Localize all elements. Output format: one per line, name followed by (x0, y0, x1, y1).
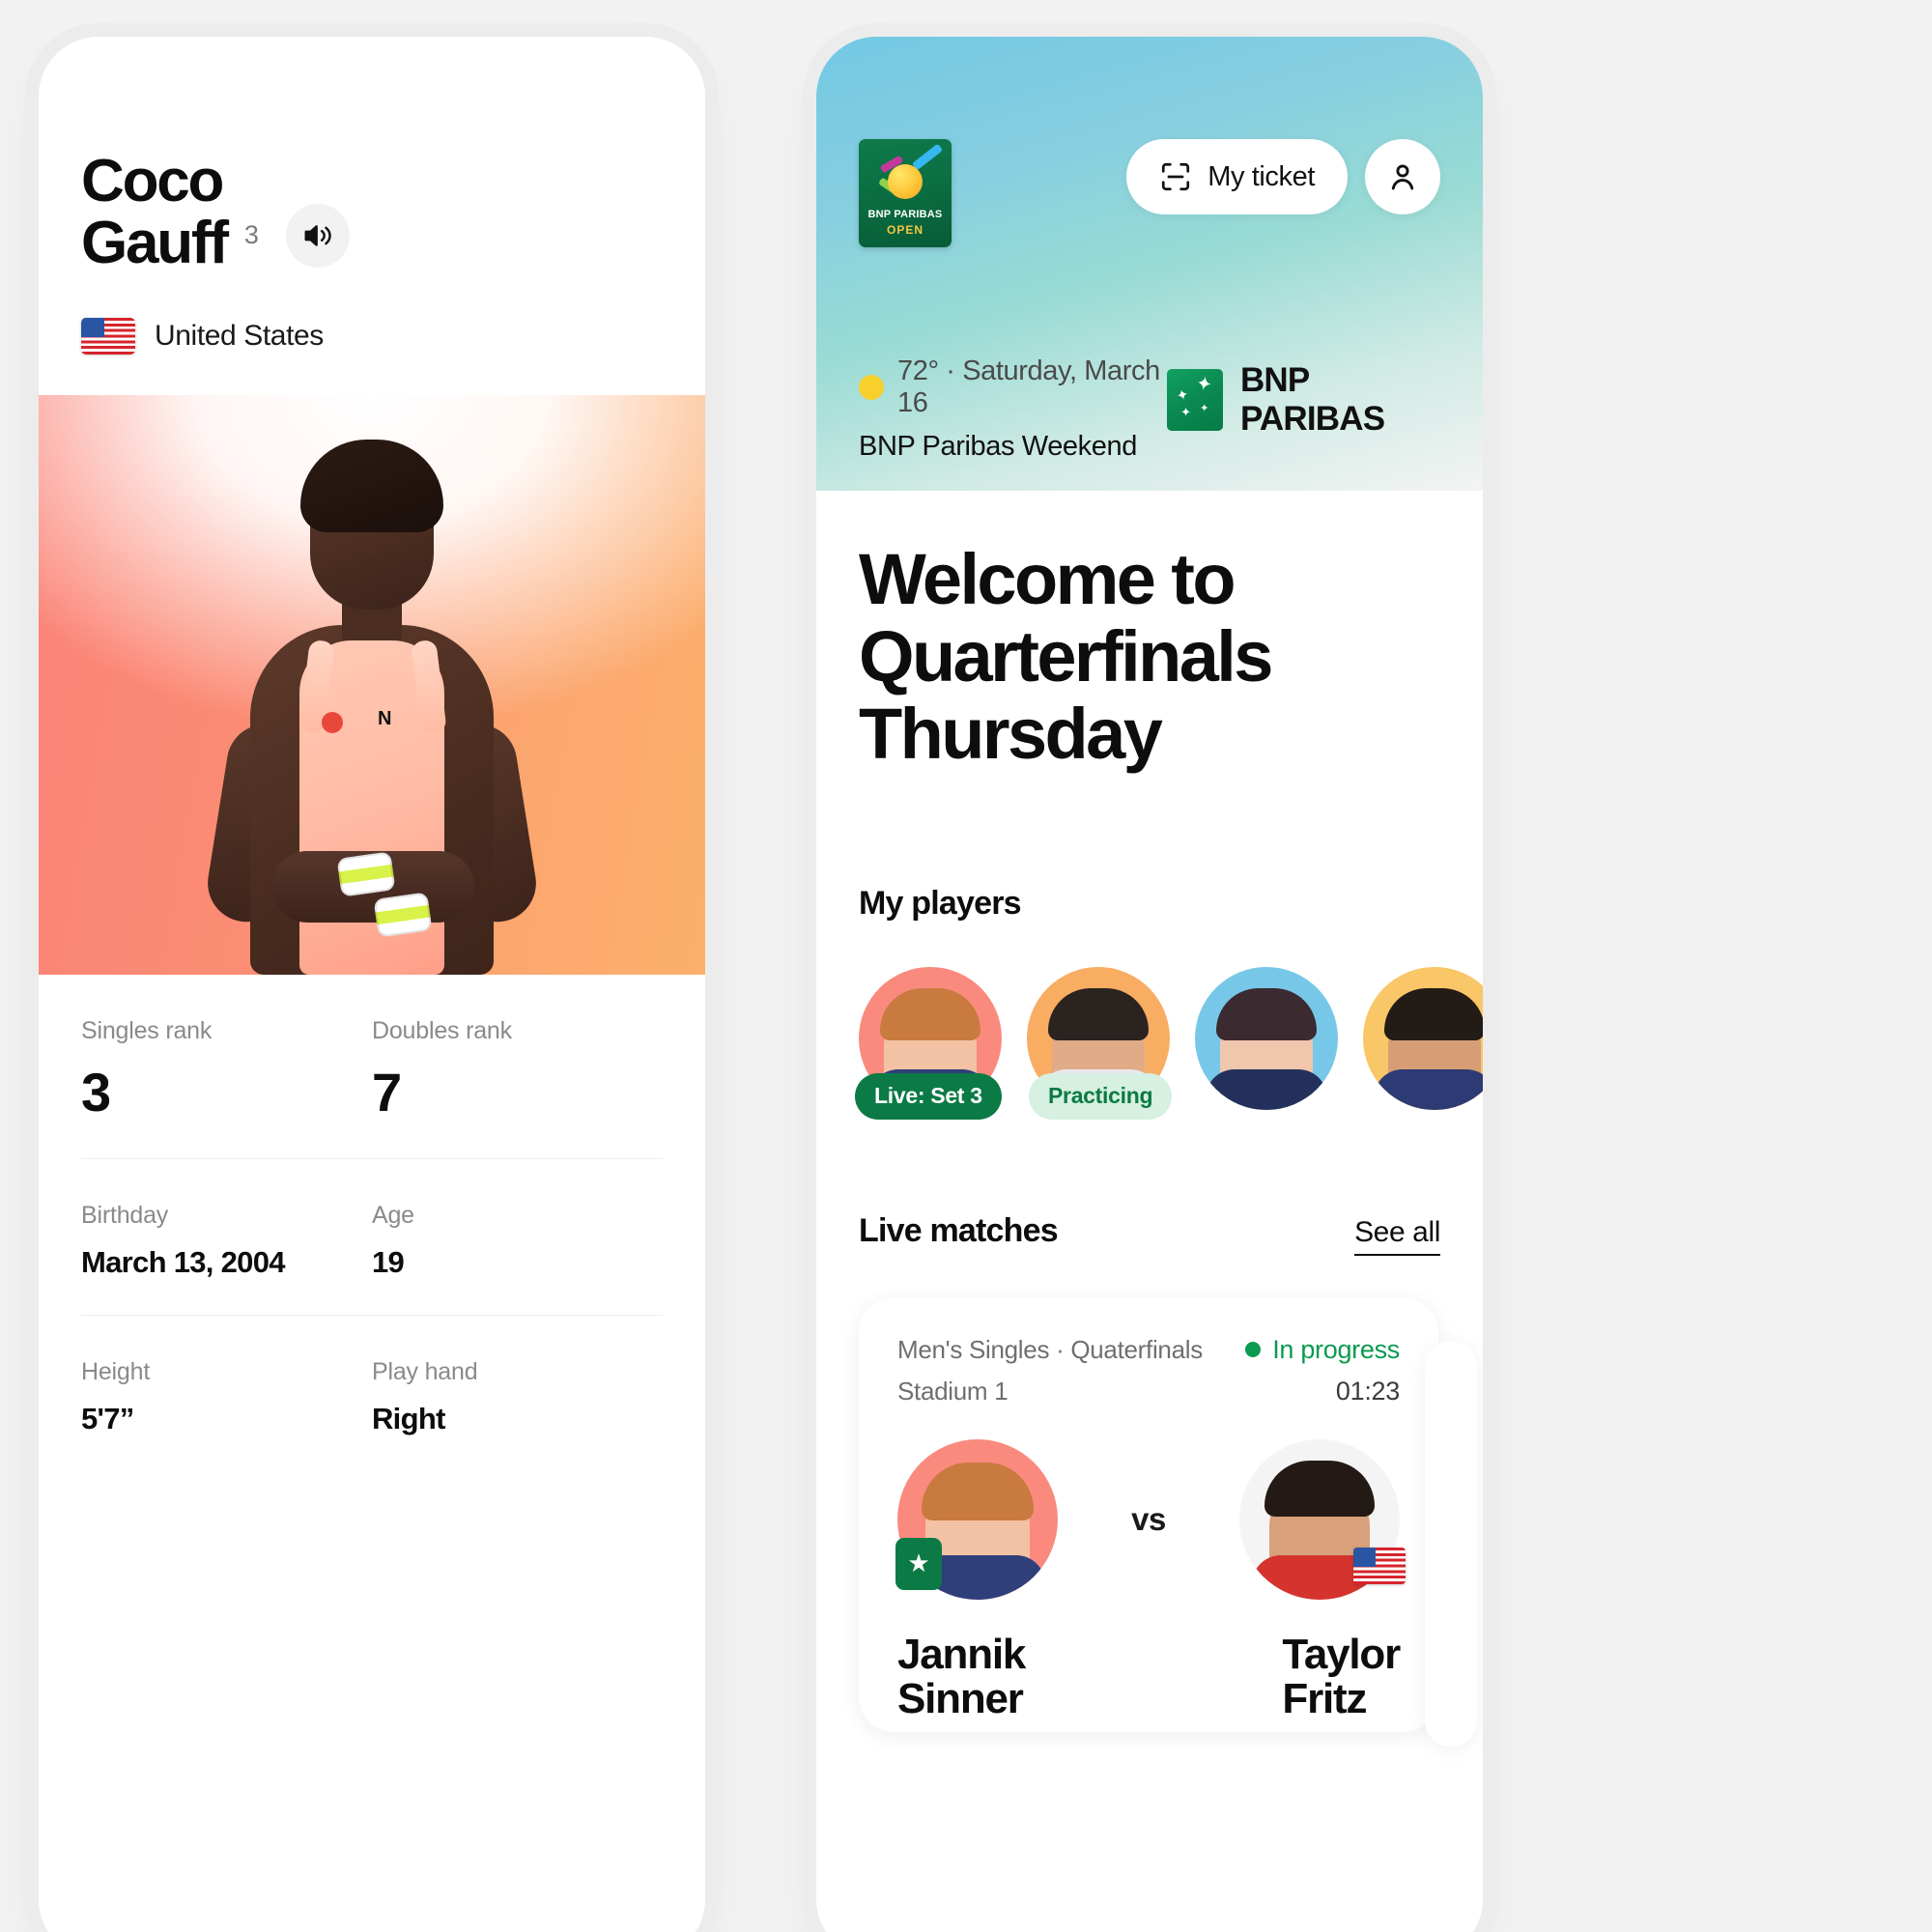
player-status-badge: Live: Set 3 (855, 1072, 1002, 1120)
live-match-card[interactable]: Men's Singles · Quaterfinals Stadium 1 I… (859, 1297, 1477, 1747)
bnp-paribas-star-logo: ✦ ✦ ✦ ✦ (1167, 369, 1223, 431)
player-profile-phone: Coco Gauff 3 United States N Singles ran… (39, 37, 705, 1932)
us-flag-icon (1353, 1547, 1406, 1584)
stat-value: Right (372, 1401, 445, 1435)
match-meta-left: Men's Singles · Quaterfinals Stadium 1 (897, 1335, 1203, 1406)
user-icon (1385, 159, 1420, 194)
stat-label: Birthday (81, 1201, 169, 1229)
weather-text: 72° · Saturday, March 16 BNP Paribas Wee… (859, 355, 1167, 463)
match-venue: Stadium 1 (897, 1376, 1009, 1406)
player-photo-illustration: N (198, 434, 546, 975)
stat-singles-rank: Singles rank 3 (81, 1017, 372, 1123)
profile-button[interactable] (1365, 139, 1440, 214)
event-home-screen: BNP PARIBAS OPEN My ticket 72° · Saturda… (816, 37, 1483, 1932)
logo-line1: BNP PARIBAS (867, 209, 943, 220)
player-hero-image: N (39, 394, 705, 975)
stat-birthday: Birthday March 13, 2004 (81, 1202, 372, 1280)
player-status-badge: Practicing (1029, 1072, 1173, 1120)
my-ticket-button[interactable]: My ticket (1126, 139, 1348, 214)
live-matches-header: Live matches See all (859, 1212, 1440, 1256)
player-name-row: Coco Gauff 3 (81, 148, 663, 277)
name-pronunciation-button[interactable] (285, 203, 350, 268)
player-name: Coco Gauff (81, 148, 229, 277)
stat-value: 19 (372, 1244, 405, 1279)
event-home-phone: BNP PARIBAS OPEN My ticket 72° · Saturda… (816, 37, 1483, 1932)
match-player-right[interactable] (1239, 1438, 1406, 1600)
match-clock: 01:23 (1335, 1376, 1400, 1406)
player-profile-screen: Coco Gauff 3 United States N Singles ran… (39, 37, 705, 1932)
sun-icon (859, 375, 884, 400)
player-name-line2: Gauff (81, 210, 229, 277)
match-meta: Men's Singles · Quaterfinals Stadium 1 I… (897, 1335, 1400, 1406)
welcome-headline: Welcome to Quarterfinals Thursday (859, 539, 1273, 774)
match-player-left-name: Jannik Sinner (897, 1630, 1026, 1723)
star-icon: ★ (895, 1537, 942, 1590)
match-player-names: Jannik Sinner Taylor Fritz (897, 1630, 1401, 1732)
match-category: Men's Singles · Quaterfinals (897, 1334, 1203, 1364)
next-match-card-peek[interactable] (1425, 1340, 1477, 1747)
stat-value: 5'7” (81, 1401, 134, 1435)
player-country-row: United States (81, 317, 663, 355)
bnp-paribas-open-logo[interactable]: BNP PARIBAS OPEN (859, 139, 952, 247)
match-vs-label: vs (1131, 1500, 1166, 1537)
player-rank-superscript: 3 (243, 219, 259, 249)
event-header: BNP PARIBAS OPEN My ticket 72° · Saturda… (816, 37, 1483, 491)
my-players-list: Live: Set 3 Practicing (855, 966, 1483, 1120)
weather-line2: BNP Paribas Weekend (859, 431, 1137, 462)
event-weather-row: 72° · Saturday, March 16 BNP Paribas Wee… (859, 355, 1440, 463)
sponsor-name: BNP PARIBAS (1239, 361, 1385, 438)
match-meta-right: In progress 01:23 (1245, 1335, 1400, 1406)
stat-label: Doubles rank (372, 1016, 512, 1044)
player-avatar-iga-swiatek[interactable] (1195, 966, 1338, 1110)
stat-label: Singles rank (81, 1016, 213, 1044)
my-players-header: My players (859, 885, 1440, 923)
weather-line1: 72° · Saturday, March 16 (859, 355, 1167, 419)
match-status: In progress (1245, 1335, 1400, 1365)
my-players-title: My players (859, 884, 1022, 922)
event-body: Welcome to Quarterfinals Thursday My pla… (816, 539, 1483, 1747)
stat-row: Height 5'7” Play hand Right (81, 1316, 663, 1471)
stat-value: 3 (81, 1061, 111, 1122)
match-player-right-name: Taylor Fritz (1282, 1630, 1401, 1723)
stat-label: Play hand (372, 1357, 478, 1385)
stat-doubles-rank: Doubles rank 7 (372, 1017, 663, 1123)
stat-label: Age (372, 1201, 414, 1229)
us-flag-icon (81, 317, 135, 355)
stat-age: Age 19 (372, 1202, 663, 1280)
weather-temp-date: 72° · Saturday, March 16 (897, 355, 1160, 418)
player-avatar-novak-djokovic[interactable]: Practicing (1027, 966, 1173, 1120)
match-players-row: ★ vs (895, 1438, 1406, 1600)
stat-value: 7 (372, 1061, 402, 1122)
player-name-line1: Coco (81, 148, 224, 214)
player-stats: Singles rank 3 Doubles rank 7 Birthday M… (39, 975, 705, 1471)
player-avatar-jannik-sinner[interactable]: Live: Set 3 (855, 966, 1002, 1120)
player-country-label: United States (155, 319, 324, 352)
stat-row: Birthday March 13, 2004 Age 19 (81, 1159, 663, 1316)
match-status-label: In progress (1272, 1334, 1400, 1364)
stat-height: Height 5'7” (81, 1358, 372, 1436)
status-dot-icon (1245, 1342, 1262, 1358)
see-all-link[interactable]: See all (1354, 1216, 1440, 1256)
scan-ticket-icon (1159, 160, 1192, 193)
stat-label: Height (81, 1357, 151, 1385)
live-matches-title: Live matches (859, 1211, 1059, 1249)
stat-value: March 13, 2004 (81, 1244, 285, 1279)
stat-row: Singles rank 3 Doubles rank 7 (81, 975, 663, 1159)
screenshot-stage: Coco Gauff 3 United States N Singles ran… (0, 0, 1932, 1932)
player-header: Coco Gauff 3 United States (39, 37, 705, 355)
stat-play-hand: Play hand Right (372, 1358, 663, 1436)
my-ticket-label: My ticket (1208, 160, 1315, 192)
event-header-actions: My ticket (1126, 139, 1440, 214)
event-header-row: BNP PARIBAS OPEN My ticket (859, 139, 1440, 247)
sponsor-logo: ✦ ✦ ✦ ✦ BNP PARIBAS (1167, 361, 1440, 439)
match-player-left[interactable]: ★ (895, 1438, 1058, 1600)
player-avatar-carlos-alcaraz[interactable] (1363, 966, 1483, 1110)
speaker-icon (301, 221, 334, 250)
logo-line2: OPEN (886, 223, 923, 237)
